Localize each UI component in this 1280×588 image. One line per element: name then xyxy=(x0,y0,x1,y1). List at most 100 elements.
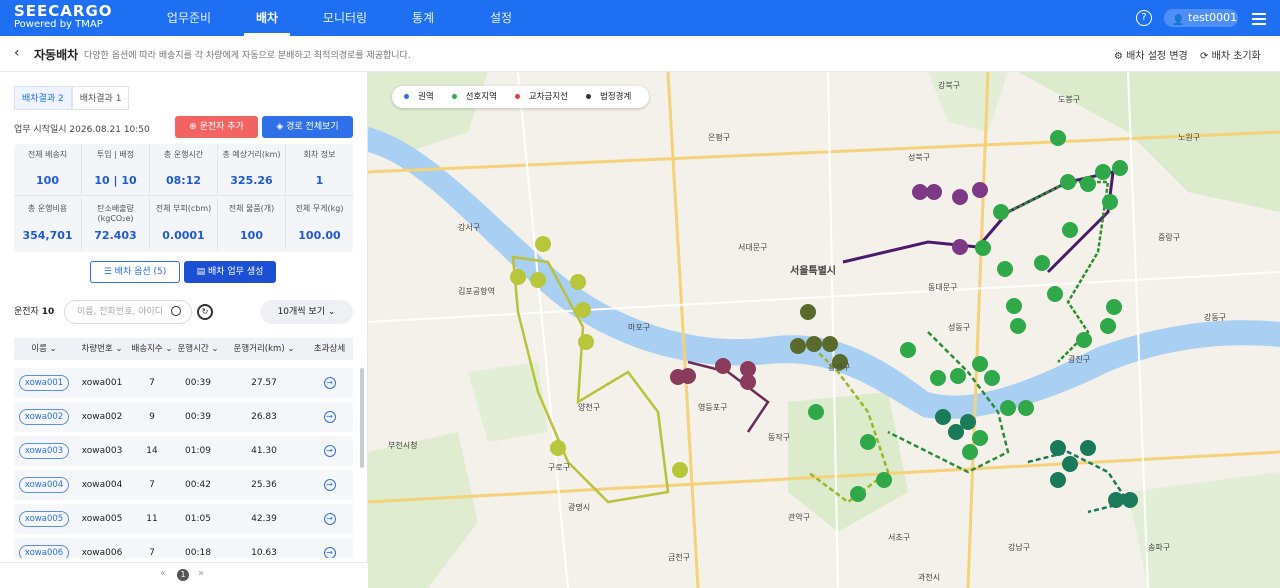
prev-page-icon[interactable]: « xyxy=(160,568,166,579)
route-icon: ◈ xyxy=(276,122,287,132)
drive-time: 00:39 xyxy=(185,412,211,422)
stat-assigned: 투입 | 배정 10 | 10 xyxy=(82,144,150,195)
dispatch-reset-button[interactable]: ⟳ 배차 초기화 xyxy=(1200,47,1261,62)
tab-result-1[interactable]: 배차결과 1 xyxy=(71,86,130,110)
search-icon[interactable] xyxy=(171,306,181,316)
route-map[interactable]: 권역 선호지역 교차금지선 법정경계 서울특별시 강북구 도봉구 노원구 성북구… xyxy=(368,72,1280,588)
page-size-select[interactable]: 10개씩 보기 ⌄ xyxy=(260,300,353,324)
driver-id-pill[interactable]: xowa004 xyxy=(19,477,69,493)
table-row[interactable]: xowa005 xowa005 11 01:05 42.39 → xyxy=(14,504,353,534)
arrow-right-icon[interactable]: → xyxy=(323,445,336,457)
page-description: 다양한 옵션에 따라 배송지를 각 차량에게 자동으로 분배하고 최적의경로를 … xyxy=(84,51,411,61)
result-tabs: 배차결과 2 배차결과 1 xyxy=(14,86,130,110)
app-logo[interactable]: SEECARGO Powered by TMAP xyxy=(14,4,124,32)
page-title: 자동배차 xyxy=(34,48,79,62)
arrow-right-icon[interactable]: → xyxy=(323,377,336,389)
map-label: 부천시청 xyxy=(388,441,418,450)
view-all-routes-label: 경로 전체보기 xyxy=(286,122,339,132)
map-label: 송파구 xyxy=(1148,543,1171,552)
table-row[interactable]: xowa002 xowa002 9 00:39 26.83 → xyxy=(14,402,353,432)
reset-icon: ⟳ xyxy=(1200,51,1212,62)
document-icon: ▤ xyxy=(196,267,208,277)
map-label: 성북구 xyxy=(908,153,931,162)
legend-preferred-area[interactable]: 선호지역 xyxy=(451,86,503,108)
main-nav: 업무준비 배차 모니터링 통계 설정 xyxy=(150,0,540,36)
map-label: 성동구 xyxy=(948,323,971,332)
add-driver-button[interactable]: ⊕ 운전자 추가 xyxy=(175,116,258,138)
vehicle-number: xowa006 xyxy=(81,548,123,558)
dispatch-settings-button[interactable]: ⚙ 배차 설정 변경 xyxy=(1114,47,1188,62)
nav-item-dispatch[interactable]: 배차 xyxy=(228,0,306,36)
arrow-right-icon[interactable]: → xyxy=(323,513,336,525)
stop-count: 7 xyxy=(149,378,155,388)
back-arrow-icon[interactable]: ‹ xyxy=(14,45,20,61)
hamburger-menu-icon[interactable] xyxy=(1252,10,1266,26)
next-page-icon[interactable]: » xyxy=(198,568,204,579)
table-row[interactable]: xowa001 xowa001 7 00:39 27.57 → xyxy=(14,368,353,398)
help-icon[interactable]: ? xyxy=(1136,10,1152,26)
col-time[interactable]: 운행시간 ⌄ xyxy=(174,338,222,360)
vehicle-number: xowa005 xyxy=(81,514,123,524)
table-scrollbar[interactable] xyxy=(360,368,364,468)
driver-count: 운전자 10 xyxy=(14,304,54,317)
map-label: 양천구 xyxy=(578,403,601,412)
table-row[interactable]: xowa004 xowa004 7 00:42 25.36 → xyxy=(14,470,353,500)
generate-dispatch-button[interactable]: ▤ 배차 업무 생성 xyxy=(184,261,276,283)
driver-count-value: 10 xyxy=(41,307,55,317)
table-row[interactable]: xowa003 xowa003 14 01:09 41.30 → xyxy=(14,436,353,466)
driver-search-input[interactable]: 이름, 전화번호, 아이디 xyxy=(64,300,192,324)
chevron-down-icon: ⌄ xyxy=(327,307,336,317)
driver-id-pill[interactable]: xowa001 xyxy=(19,375,69,391)
dispatch-options-button[interactable]: ☰ 배차 옵션 (5) xyxy=(90,261,180,283)
stat-total-distance: 총 예상거리(km) 325.26 xyxy=(218,144,286,195)
drive-time: 00:42 xyxy=(185,480,211,490)
page-number-current[interactable]: 1 xyxy=(177,569,189,581)
tab-result-2[interactable]: 배차결과 2 xyxy=(14,86,72,110)
driver-id-pill[interactable]: xowa003 xyxy=(19,443,69,459)
view-all-routes-button[interactable]: ◈ 경로 전체보기 xyxy=(262,116,353,138)
arrow-right-icon[interactable]: → xyxy=(323,479,336,491)
col-vehicle[interactable]: 차량번호 ⌄ xyxy=(74,338,130,360)
arrow-right-icon[interactable]: → xyxy=(323,411,336,423)
top-nav-bar: SEECARGO Powered by TMAP 업무준비 배차 모니터링 통계… xyxy=(0,0,1280,36)
dispatch-result-panel: 배차결과 2 배차결과 1 업무 시작일시 2026.08.21 10:50 ⊕… xyxy=(0,72,368,588)
arrow-right-icon[interactable]: → xyxy=(323,547,336,558)
map-label: 서대문구 xyxy=(738,243,768,252)
legend-legal-boundary[interactable]: 법정경계 xyxy=(586,86,637,108)
vehicle-number: xowa001 xyxy=(81,378,123,388)
map-label: 용산구 xyxy=(828,363,851,372)
map-label: 강동구 xyxy=(1204,313,1227,322)
col-name[interactable]: 이름 ⌄ xyxy=(14,338,74,360)
nav-item-prepare[interactable]: 업무준비 xyxy=(150,0,228,36)
logo-subtext: Powered by TMAP xyxy=(14,19,103,30)
map-label: 동작구 xyxy=(768,433,791,442)
col-stops[interactable]: 배송지수 ⌄ xyxy=(130,338,174,360)
start-datetime: 업무 시작일시 2026.08.21 10:50 xyxy=(14,122,150,135)
stop-count: 7 xyxy=(149,480,155,490)
drive-time: 00:39 xyxy=(185,378,211,388)
nav-item-monitoring[interactable]: 모니터링 xyxy=(306,0,384,36)
map-label: 광진구 xyxy=(1068,355,1091,364)
drive-distance: 42.39 xyxy=(251,514,277,524)
stat-total-cost: 총 운행비용 354,701 xyxy=(14,198,82,250)
refresh-icon[interactable]: ↻ xyxy=(197,304,213,320)
nav-item-settings[interactable]: 설정 xyxy=(462,0,540,36)
map-label: 노원구 xyxy=(1178,133,1201,142)
table-row[interactable]: xowa006 xowa006 7 00:18 10.63 → xyxy=(14,538,353,558)
driver-id-pill[interactable]: xowa002 xyxy=(19,409,69,425)
map-label: 영등포구 xyxy=(698,403,728,412)
col-detail: 초과상세 xyxy=(313,344,346,354)
col-distance[interactable]: 운행거리(km) ⌄ xyxy=(222,338,306,360)
nav-item-statistics[interactable]: 통계 xyxy=(384,0,462,36)
legend-no-cross-line[interactable]: 교차금지선 xyxy=(514,86,574,108)
user-menu-button[interactable]: 👤 test0001 xyxy=(1164,9,1238,27)
driver-id-pill[interactable]: xowa006 xyxy=(19,545,69,558)
stop-count: 14 xyxy=(146,446,158,456)
driver-id-pill[interactable]: xowa005 xyxy=(19,511,69,527)
stat-volume: 전체 부피(cbm) 0.0001 xyxy=(150,198,218,250)
map-label: 구로구 xyxy=(548,463,571,472)
legend-zone[interactable]: 권역 xyxy=(404,86,440,108)
driver-count-label: 운전자 xyxy=(14,307,39,317)
stat-items: 전체 물품(개) 100 xyxy=(218,198,286,250)
stop-count: 11 xyxy=(146,514,158,524)
